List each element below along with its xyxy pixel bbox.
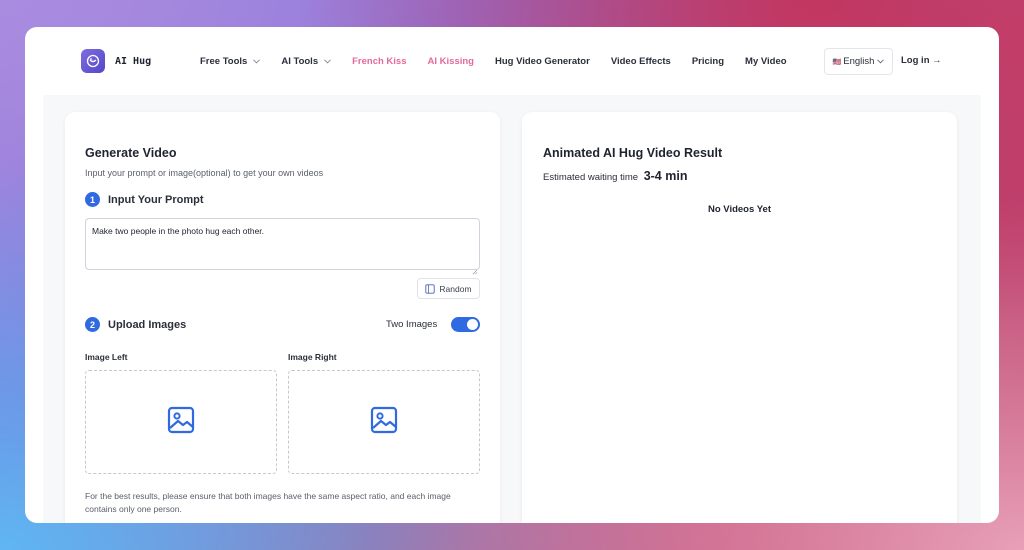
- language-label: English: [843, 56, 875, 67]
- two-images-toggle[interactable]: [451, 317, 480, 332]
- top-header: AI Hug Free Tools AI Tools French Kiss A…: [25, 27, 999, 95]
- image-icon: [167, 406, 195, 439]
- toggle-knob: [467, 319, 478, 330]
- nav-label: AI Kissing: [427, 55, 474, 67]
- waiting-time-value: 3-4 min: [643, 169, 688, 183]
- step-upload-heading: 2 Upload Images: [85, 317, 186, 332]
- nav-label: Pricing: [691, 55, 725, 67]
- chevron-down-icon: [253, 56, 261, 67]
- random-prompt-button[interactable]: Random: [417, 278, 480, 299]
- chevron-down-icon: [877, 56, 885, 67]
- aspect-ratio-note: For the best results, please ensure that…: [85, 491, 451, 514]
- image-icon: [370, 406, 398, 439]
- video-result-panel: Animated AI Hug Video Result Estimated w…: [522, 112, 957, 523]
- random-label: Random: [439, 283, 472, 294]
- waiting-time: Estimated waiting time 3-4 min: [543, 169, 687, 183]
- app-window: AI Hug Free Tools AI Tools French Kiss A…: [25, 27, 999, 523]
- step-number-badge: 1: [85, 192, 100, 207]
- nav-label: Hug Video Generator: [494, 55, 590, 67]
- result-title: Animated AI Hug Video Result: [543, 146, 723, 160]
- image-right-label: Image Right: [288, 352, 337, 362]
- us-flag-icon: 🇺🇸: [832, 58, 842, 66]
- panel-title: Generate Video: [85, 146, 177, 160]
- two-images-label: Two Images: [386, 319, 438, 330]
- image-right-dropzone[interactable]: [288, 370, 480, 474]
- nav-hug-video-generator[interactable]: Hug Video Generator: [495, 56, 590, 67]
- nav-label: AI Tools: [281, 55, 319, 67]
- nav-pricing[interactable]: Pricing: [692, 56, 724, 67]
- brand-name: AI Hug: [115, 55, 152, 67]
- nav-label: French Kiss: [352, 55, 407, 67]
- image-left-dropzone[interactable]: [85, 370, 277, 474]
- main-nav: Free Tools AI Tools French Kiss AI Kissi…: [200, 27, 808, 95]
- step-label: Upload Images: [108, 318, 187, 331]
- nav-label: Free Tools: [200, 55, 248, 67]
- nav-label: My Video: [745, 55, 787, 67]
- nav-ai-kissing[interactable]: AI Kissing: [428, 56, 474, 67]
- waiting-time-label: Estimated waiting time: [543, 172, 639, 183]
- generate-video-panel: Generate Video Input your prompt or imag…: [65, 112, 500, 523]
- login-link[interactable]: Log in →: [901, 55, 942, 66]
- panel-subtitle: Input your prompt or image(optional) to …: [85, 168, 324, 178]
- chevron-down-icon: [324, 56, 331, 67]
- nav-my-video[interactable]: My Video: [745, 56, 787, 67]
- nav-ai-tools[interactable]: AI Tools: [281, 56, 331, 67]
- image-left-label: Image Left: [85, 352, 128, 362]
- empty-state-text: No Videos Yet: [707, 204, 771, 215]
- hug-logo-icon: [81, 49, 105, 73]
- step-prompt-heading: 1 Input Your Prompt: [85, 192, 204, 207]
- nav-video-effects[interactable]: Video Effects: [611, 56, 671, 67]
- step-label: Input Your Prompt: [108, 193, 204, 206]
- nav-free-tools[interactable]: Free Tools: [200, 55, 261, 67]
- nav-french-kiss[interactable]: French Kiss: [352, 56, 406, 67]
- brand-logo[interactable]: AI Hug: [81, 49, 151, 73]
- shuffle-card-icon: [425, 283, 436, 294]
- step-number-badge: 2: [85, 317, 100, 332]
- language-selector[interactable]: 🇺🇸 English: [824, 48, 893, 75]
- nav-label: Video Effects: [610, 55, 671, 67]
- prompt-input[interactable]: Make two people in the photo hug each ot…: [85, 218, 480, 270]
